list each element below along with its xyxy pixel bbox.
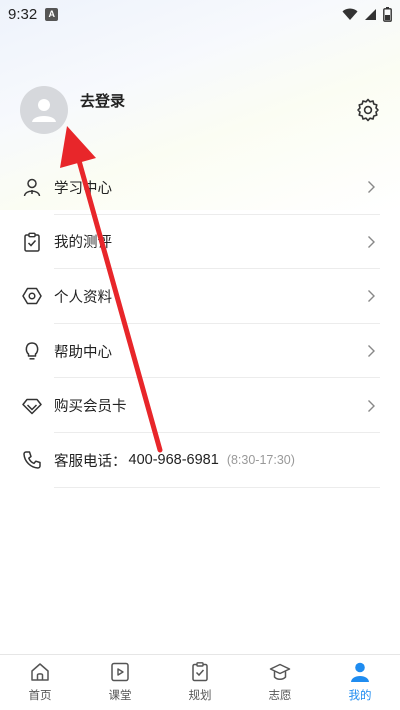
customer-service-row[interactable]: 客服电话： 400-968-6981 (8:30-17:30) xyxy=(0,433,400,488)
menu-item-label: 帮助中心 xyxy=(54,344,112,361)
chevron-right-icon xyxy=(368,399,375,412)
bottom-tab-bar: 首页 课堂 规划 志愿 我的 xyxy=(0,654,400,710)
menu-item-label: 学习中心 xyxy=(54,180,112,197)
person-icon xyxy=(22,177,42,197)
lightbulb-icon xyxy=(22,341,42,361)
wifi-icon xyxy=(342,8,358,20)
clipboard-icon xyxy=(192,662,208,682)
menu-item-label: 个人资料 xyxy=(54,289,112,306)
tab-planning[interactable]: 规划 xyxy=(160,655,240,710)
diamond-icon xyxy=(22,396,42,416)
menu-item-learning-center[interactable]: 学习中心 xyxy=(0,160,400,215)
gear-icon[interactable] xyxy=(356,98,380,122)
home-icon xyxy=(31,663,49,681)
play-icon xyxy=(111,662,129,682)
chevron-right-icon xyxy=(368,181,375,194)
user-avatar-icon[interactable] xyxy=(20,86,68,134)
tab-home[interactable]: 首页 xyxy=(0,655,80,710)
tab-label: 规划 xyxy=(188,688,212,702)
tab-mine[interactable]: 我的 xyxy=(320,655,400,710)
status-icons xyxy=(342,6,392,22)
menu-item-help-center[interactable]: 帮助中心 xyxy=(0,324,400,379)
person-filled-icon xyxy=(351,662,369,682)
tab-label: 课堂 xyxy=(108,688,132,702)
menu-item-label: 购买会员卡 xyxy=(54,399,127,416)
login-link[interactable]: 去登录 xyxy=(80,90,125,111)
clipboard-check-icon xyxy=(22,232,42,252)
service-hours: (8:30-17:30) xyxy=(226,453,295,468)
menu-item-buy-membership[interactable]: 购买会员卡 xyxy=(0,378,400,433)
battery-icon xyxy=(383,6,392,22)
phone-number[interactable]: 400-968-6981 xyxy=(129,452,219,468)
tab-label: 首页 xyxy=(28,688,52,702)
chevron-right-icon xyxy=(368,345,375,358)
menu-item-label: 我的测评 xyxy=(54,235,112,252)
status-bar: 9:32 A xyxy=(0,0,400,28)
cellular-signal-icon xyxy=(365,8,376,20)
menu-item-profile[interactable]: 个人资料 xyxy=(0,269,400,324)
menu-list: 学习中心 我的测评 个人资料 帮助中心 购买会员卡 客服电话： 400-968-… xyxy=(0,160,400,488)
tab-classroom[interactable]: 课堂 xyxy=(80,655,160,710)
chevron-right-icon xyxy=(368,290,375,303)
notification-icon: A xyxy=(45,7,59,21)
hexagon-icon xyxy=(22,286,42,306)
tab-label: 志愿 xyxy=(268,688,292,702)
tab-volunteer[interactable]: 志愿 xyxy=(240,655,320,710)
profile-header[interactable]: 去登录 xyxy=(20,86,125,134)
tab-label: 我的 xyxy=(348,688,372,702)
graduation-cap-icon xyxy=(269,663,291,680)
chevron-right-icon xyxy=(368,235,375,248)
status-time: 9:32 xyxy=(8,5,38,23)
menu-item-my-assessment[interactable]: 我的测评 xyxy=(0,215,400,270)
divider xyxy=(54,486,380,488)
phone-icon xyxy=(22,450,42,470)
service-label: 客服电话： xyxy=(54,453,127,470)
